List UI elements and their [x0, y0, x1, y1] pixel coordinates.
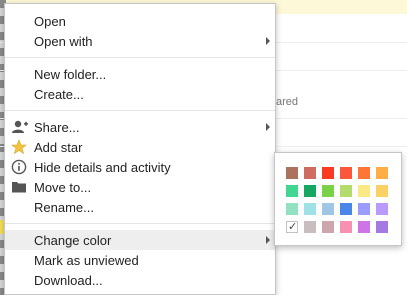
menu-item-rename[interactable]: Rename...	[5, 197, 275, 217]
menu-item-download[interactable]: Download...	[5, 270, 275, 290]
color-swatch[interactable]	[322, 185, 334, 197]
menu-item-move-to[interactable]: Move to...	[5, 177, 275, 197]
menu-item-label: Rename...	[34, 200, 94, 215]
menu-item-create[interactable]: Create...	[5, 84, 275, 104]
color-swatch[interactable]	[358, 185, 370, 197]
color-swatch[interactable]	[340, 203, 352, 215]
color-swatch[interactable]	[340, 221, 352, 233]
color-swatch[interactable]	[304, 167, 316, 179]
submenu-arrow-icon	[266, 123, 270, 131]
menu-item-label: Hide details and activity	[34, 160, 171, 175]
color-swatch[interactable]	[376, 167, 388, 179]
menu-item-add-star[interactable]: Add star	[5, 137, 275, 157]
menu-item-label: Open	[34, 14, 66, 29]
menu-item-label: Share...	[34, 120, 80, 135]
menu-item-label: New folder...	[34, 67, 107, 82]
color-swatch[interactable]	[304, 221, 316, 233]
submenu-arrow-icon	[266, 37, 270, 45]
menu-item-change-color[interactable]: Change color	[5, 230, 275, 250]
menu-item-new-folder[interactable]: New folder...	[5, 64, 275, 84]
color-swatch[interactable]: ✓	[286, 221, 298, 233]
menu-item-hide-details[interactable]: Hide details and activity	[5, 157, 275, 177]
add-person-icon	[11, 119, 28, 135]
color-palette-submenu: ✓	[274, 152, 402, 246]
color-swatch[interactable]	[358, 221, 370, 233]
color-swatch[interactable]	[376, 221, 388, 233]
menu-separator	[5, 223, 275, 224]
menu-item-open[interactable]: Open	[5, 11, 275, 31]
color-swatch[interactable]	[304, 185, 316, 197]
star-icon	[11, 139, 27, 155]
menu-item-label: Create...	[34, 87, 84, 102]
color-swatch[interactable]	[286, 167, 298, 179]
menu-item-label: Add star	[34, 140, 83, 155]
color-swatch[interactable]	[358, 203, 370, 215]
menu-separator	[5, 110, 275, 111]
submenu-arrow-icon	[266, 236, 270, 244]
menu-item-label: Open with	[34, 34, 93, 49]
color-swatch[interactable]	[358, 167, 370, 179]
menu-item-label: Download...	[34, 273, 103, 288]
color-swatch[interactable]	[304, 203, 316, 215]
menu-separator	[5, 57, 275, 58]
color-swatch[interactable]	[286, 185, 298, 197]
menu-item-mark-unviewed[interactable]: Mark as unviewed	[5, 250, 275, 270]
color-swatch[interactable]	[376, 185, 388, 197]
color-swatch[interactable]	[322, 167, 334, 179]
color-swatch[interactable]	[340, 167, 352, 179]
color-swatch[interactable]	[322, 203, 334, 215]
info-icon	[11, 159, 27, 175]
menu-item-label: Change color	[34, 233, 112, 248]
color-swatch[interactable]	[340, 185, 352, 197]
color-swatch[interactable]	[376, 203, 388, 215]
menu-item-share[interactable]: Share...	[5, 117, 275, 137]
context-menu: Open Open with New folder... Create... S…	[4, 3, 276, 295]
shared-text-fragment: ared	[276, 96, 299, 108]
menu-item-open-with[interactable]: Open with	[5, 31, 275, 51]
menu-item-label: Move to...	[34, 180, 92, 195]
color-swatch[interactable]	[322, 221, 334, 233]
folder-icon	[11, 179, 27, 195]
checkmark-icon: ✓	[288, 221, 298, 233]
color-swatch[interactable]	[286, 203, 298, 215]
menu-item-label: Mark as unviewed	[34, 253, 139, 268]
